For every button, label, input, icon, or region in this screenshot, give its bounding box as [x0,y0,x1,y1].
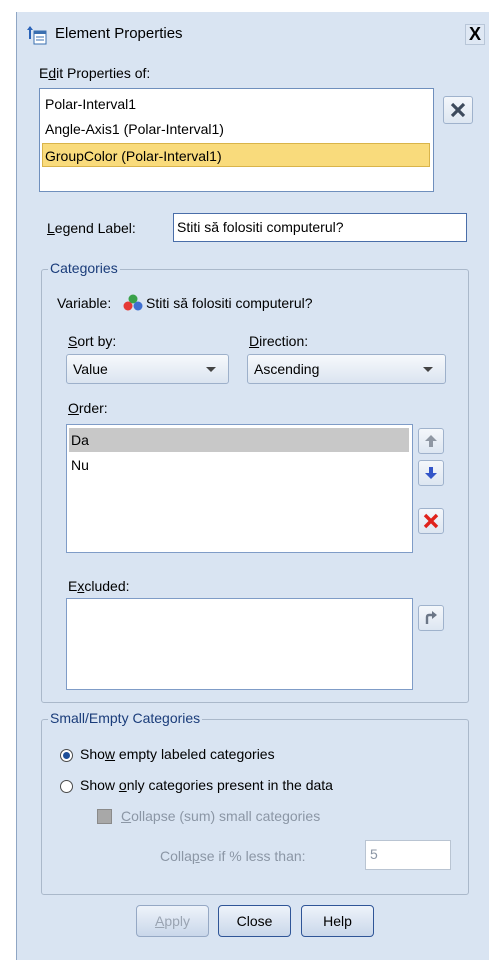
list-item-selected[interactable]: GroupColor (Polar-Interval1) [42,143,430,167]
list-item[interactable]: Angle-Axis1 (Polar-Interval1) [43,117,430,141]
legend-label-input[interactable]: Stiti să folositi computerul? [173,213,467,242]
close-button[interactable]: Close [218,905,291,937]
return-arrow-icon [425,611,437,624]
sort-by-select[interactable]: Value [66,354,229,384]
list-item[interactable]: Nu [69,453,411,477]
categories-group-title: Categories [48,260,120,276]
arrow-down-icon [425,467,437,479]
variable-name: Stiti să folositi computerul? [146,295,313,311]
show-empty-labeled-radio[interactable] [60,749,73,762]
apply-button[interactable]: Apply [136,905,209,937]
title-bar: Element Properties X [17,12,489,56]
element-properties-dialog: Element Properties X Edit Properties of:… [16,12,489,960]
direction-label: Direction: [249,333,309,349]
excluded-label: Excluded: [68,578,130,594]
delete-x-icon [450,102,466,118]
list-item[interactable]: Polar-Interval1 [43,92,430,116]
nominal-variable-icon [123,294,143,311]
direction-value: Ascending [254,361,320,377]
small-empty-group-title: Small/Empty Categories [48,710,203,726]
collapse-small-label: Collapse (sum) small categories [121,808,321,824]
move-down-button[interactable] [418,460,444,486]
delete-element-button[interactable] [443,96,473,124]
chevron-down-icon [423,367,433,372]
arrow-up-icon [425,435,437,447]
restore-category-button[interactable] [418,605,444,631]
excluded-list[interactable] [66,598,413,690]
direction-select[interactable]: Ascending [247,354,446,384]
element-properties-icon [27,26,47,45]
order-list[interactable]: Da Nu [66,424,413,553]
collapse-threshold-input[interactable]: 5 [365,840,451,870]
help-button[interactable]: Help [301,905,374,937]
red-x-icon [423,513,439,529]
close-icon: X [468,24,481,44]
edit-properties-list[interactable]: Polar-Interval1 Angle-Axis1 (Polar-Inter… [39,88,434,192]
collapse-small-checkbox[interactable] [97,809,112,824]
move-up-button[interactable] [418,428,444,454]
variable-label: Variable: [57,295,112,311]
order-label: Order: [68,400,108,416]
show-only-present-label: Show only categories present in the data [80,777,333,793]
legend-label-label: Legend Label: [47,220,136,236]
close-window-button[interactable]: X [465,24,485,45]
show-empty-labeled-label: Show empty labeled categories [80,746,275,762]
sort-by-label: Sort by: [68,333,117,349]
chevron-down-icon [206,367,216,372]
edit-properties-label: Edit Properties of: [39,65,151,81]
collapse-if-label: Collapse if % less than: [160,848,306,864]
list-item-selected[interactable]: Da [69,428,409,452]
window-title: Element Properties [55,25,183,42]
show-only-present-radio[interactable] [60,780,73,793]
exclude-category-button[interactable] [418,508,444,534]
sort-by-value: Value [73,361,108,377]
